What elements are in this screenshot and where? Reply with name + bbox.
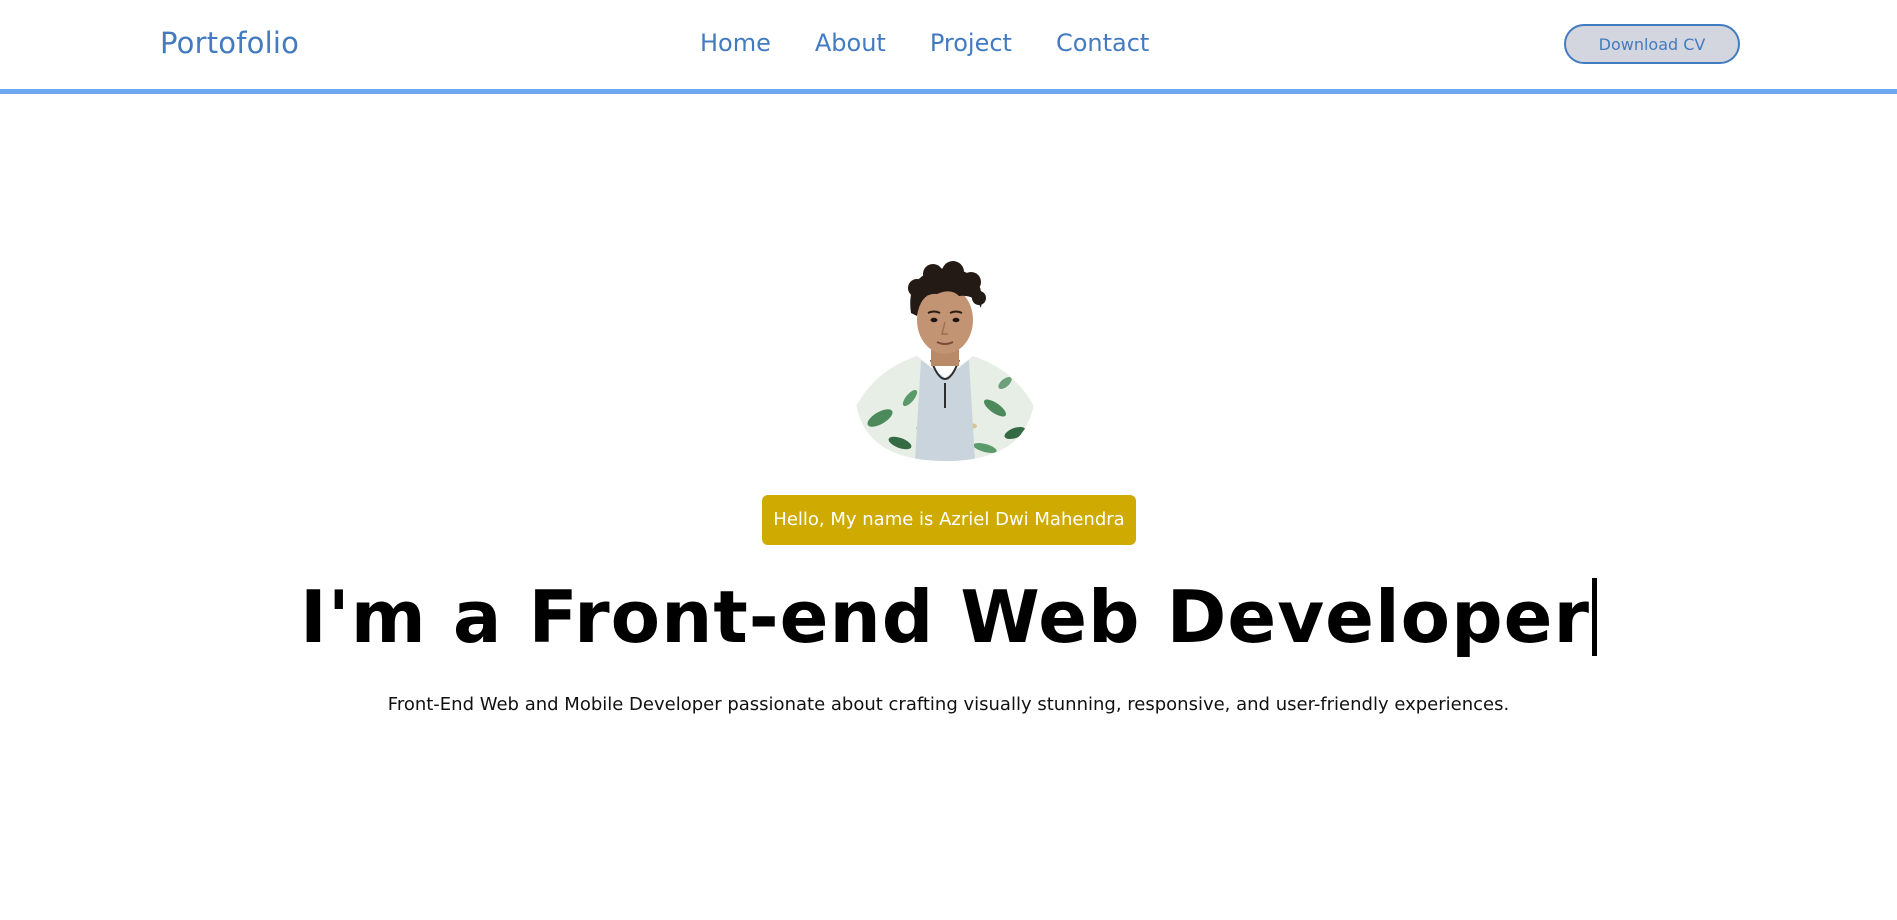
nav-link-home[interactable]: Home	[700, 29, 771, 57]
brand-logo[interactable]: Portofolio	[160, 26, 299, 60]
typing-cursor	[1592, 578, 1598, 656]
hero-headline: I'm a Front-end Web Developer	[0, 575, 1897, 659]
profile-photo-icon	[855, 258, 1035, 461]
nav-link-contact[interactable]: Contact	[1056, 29, 1149, 57]
download-cv-button[interactable]: Download CV	[1564, 24, 1740, 64]
hero-tagline: Front-End Web and Mobile Developer passi…	[387, 694, 1510, 715]
profile-photo	[855, 258, 1035, 461]
navbar: Portofolio Home About Project Contact Do…	[0, 0, 1897, 94]
main-nav: Home About Project Contact	[700, 29, 1149, 57]
nav-link-project[interactable]: Project	[930, 29, 1012, 57]
nav-link-about[interactable]: About	[815, 29, 886, 57]
greeting-badge: Hello, My name is Azriel Dwi Mahendra	[762, 495, 1136, 545]
hero-headline-text: I'm a Front-end Web Developer	[299, 575, 1591, 659]
